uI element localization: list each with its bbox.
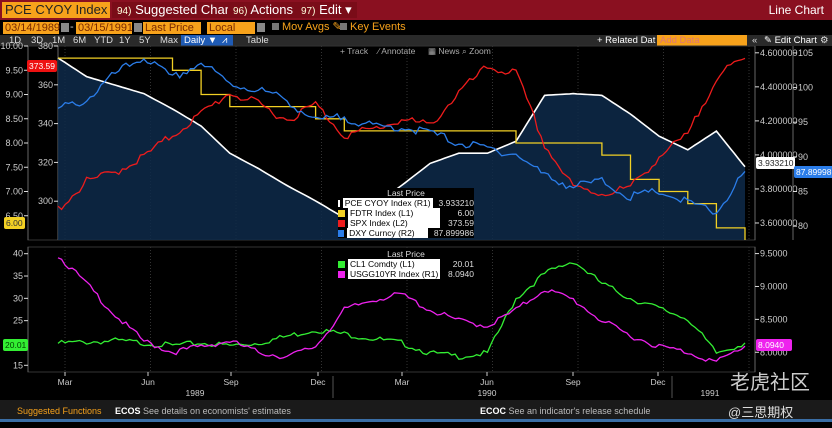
axis-tick-label: 7.00 (5, 187, 23, 197)
legend-label: FDTR Index (L1) (348, 208, 440, 218)
legend-title: Last Price (387, 249, 425, 259)
watermark-logo: 老虎社区 (730, 372, 810, 394)
upper-legend: Last Price PCE CYOY Index (R1) 3.933210 F… (338, 188, 474, 238)
x-tick-label: Jun (480, 377, 494, 387)
ecos-function-link[interactable]: ECOS See details on economists' estimate… (115, 406, 291, 416)
axis-tick-label: 9.50 (5, 65, 23, 75)
x-year-label: 1990 (478, 388, 497, 398)
axis-tick-label: 25 (13, 316, 23, 326)
x-year-label: 1989 (186, 388, 205, 398)
spx-last-badge: 373.59 (27, 60, 57, 72)
legend-swatch (338, 219, 345, 227)
axis-tick-label: 9.0000 (760, 281, 788, 291)
pce-last-badge: 3.933210 (756, 157, 796, 169)
watermark-handle: @三思期权 (728, 405, 794, 420)
legend-item-fdtr[interactable]: FDTR Index (L1) 6.00 (338, 208, 474, 218)
x-tick-label: Mar (395, 377, 410, 387)
news-tool[interactable]: ▦ News (428, 46, 460, 57)
x-year-label: 1991 (701, 388, 720, 398)
axis-tick-label: 15 (13, 360, 23, 370)
axis-tick-label: 340 (38, 119, 53, 129)
dxy-last-badge: 87.899986 (794, 166, 832, 178)
axis-tick-label: 4.600000 (760, 48, 798, 58)
axis-tick-label: 3.800000 (760, 184, 798, 194)
usgg-last-badge: 8.0940 (756, 339, 792, 351)
axis-tick-label: 9.5000 (760, 249, 788, 259)
x-tick-label: Jun (141, 377, 155, 387)
legend-item-cl1[interactable]: CL1 Comdty (L1) 20.01 (338, 259, 474, 269)
axis-tick-label: 380 (38, 41, 53, 51)
axis-tick-label: 90 (798, 152, 808, 162)
legend-swatch (338, 260, 345, 268)
legend-value: 373.59 (448, 218, 474, 228)
axis-tick-label: 360 (38, 80, 53, 90)
legend-item-spx[interactable]: SPX Index (L2) 373.59 (338, 218, 474, 228)
axis-tick-label: 100 (798, 83, 813, 93)
legend-value: 87.899986 (433, 228, 474, 238)
axis-tick-label: 3.600000 (760, 218, 798, 228)
axis-tick-label: 8.50 (5, 114, 23, 124)
x-tick-label: Dec (310, 377, 326, 387)
x-tick-label: Sep (565, 377, 580, 387)
lower-legend: Last Price CL1 Comdty (L1) 20.01 USGG10YR… (338, 249, 474, 279)
ecoc-function-link[interactable]: ECOC See an indicator's release schedule (480, 406, 650, 416)
legend-label: PCE CYOY Index (R1) (342, 198, 433, 208)
axis-tick-label: 4.200000 (760, 116, 798, 126)
legend-value: 20.01 (452, 259, 474, 269)
axis-tick-label: 7.50 (5, 162, 23, 172)
legend-value: 3.933210 (438, 198, 474, 208)
legend-label: USGG10YR Index (R1) (348, 269, 440, 279)
axis-tick-label: 95 (798, 117, 808, 127)
legend-item-dxy[interactable]: DXY Curncy (R2) 87.899986 (338, 228, 474, 238)
zoom-tool[interactable]: ⌕ Zoom (462, 46, 491, 57)
axis-tick-label: 4.400000 (760, 82, 798, 92)
legend-label: SPX Index (L2) (348, 218, 440, 228)
axis-tick-label: 8.00 (5, 138, 23, 148)
axis-tick-label: 85 (798, 187, 808, 197)
legend-label: CL1 Comdty (L1) (348, 259, 440, 269)
track-tool[interactable]: + Track (340, 46, 368, 56)
axis-tick-label: 30 (13, 293, 23, 303)
x-tick-label: Sep (223, 377, 238, 387)
legend-swatch (338, 199, 340, 207)
x-tick-label: Mar (58, 377, 73, 387)
cl1-last-badge: 20.01 (3, 339, 29, 351)
axis-tick-label: 40 (13, 249, 23, 259)
legend-value: 6.00 (457, 208, 474, 218)
legend-item-pce[interactable]: PCE CYOY Index (R1) 3.933210 (338, 198, 474, 208)
axis-tick-label: 10.00 (0, 41, 23, 51)
suggested-functions-label: Suggested Functions (17, 406, 102, 416)
legend-item-usgg10yr[interactable]: USGG10YR Index (R1) 8.0940 (338, 269, 474, 279)
annotate-tool[interactable]: ∕ Annotate (378, 46, 415, 56)
axis-tick-label: 35 (13, 271, 23, 281)
axis-tick-label: 80 (798, 221, 808, 231)
legend-swatch (338, 209, 345, 217)
axis-tick-label: 9.00 (5, 90, 23, 100)
axis-tick-label: 8.5000 (760, 314, 788, 324)
legend-label: DXY Curncy (R2) (347, 228, 428, 238)
axis-tick-label: 105 (798, 48, 813, 58)
axis-tick-label: 320 (38, 157, 53, 167)
legend-title: Last Price (387, 188, 425, 198)
legend-swatch (338, 229, 345, 237)
legend-swatch (338, 270, 345, 278)
axis-tick-label: 300 (38, 196, 53, 206)
fdtr-last-badge: 6.00 (4, 217, 25, 229)
legend-value: 8.0940 (448, 269, 474, 279)
x-tick-label: Dec (650, 377, 666, 387)
